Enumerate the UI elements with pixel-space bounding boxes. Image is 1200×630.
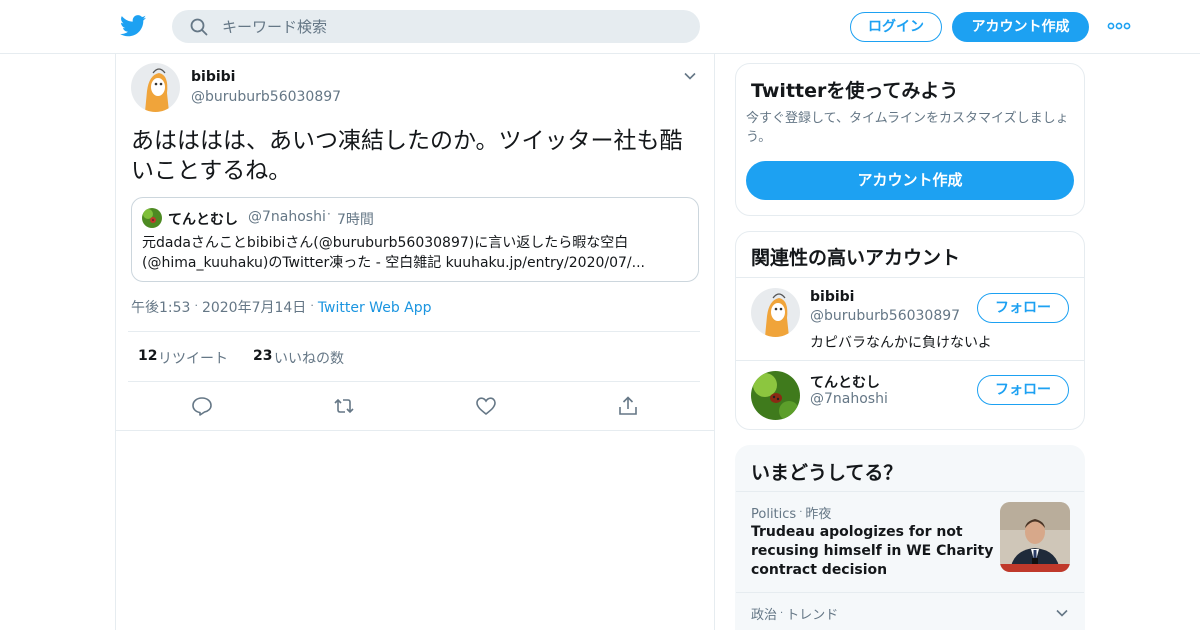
tweet-source-link[interactable]: Twitter Web App — [318, 300, 432, 316]
capybara-avatar-icon — [751, 288, 800, 337]
separator-dot: · — [780, 608, 784, 619]
trend-item[interactable]: Politics · 昨夜 Trudeau apologizes for not r… — [736, 491, 1084, 592]
trend-category: 政治 — [751, 608, 778, 623]
chevron-down-icon[interactable] — [683, 69, 697, 83]
trends-title: いまどうしてる？ — [751, 462, 903, 484]
reply-icon[interactable] — [191, 396, 213, 416]
tweet-time[interactable]: 午後1:53 — [131, 300, 190, 316]
search-input[interactable] — [222, 10, 682, 43]
quoted-tweet-text: 元dadaさんことbibibiさん(@buruburb56030897)に言い返… — [142, 235, 645, 271]
separator-dot: · — [194, 299, 198, 312]
trend-item[interactable]: 政治 · トレンド — [736, 592, 1084, 630]
tweet-author-name[interactable]: bibibi — [191, 69, 235, 85]
more-icon[interactable] — [1107, 20, 1131, 32]
related-accounts-card: 関連性の高いアカウント bibibi @buruburb56030897 カピバ… — [735, 231, 1085, 430]
trends-card: いまどうしてる？ Politics · 昨夜 Trudeau apologizes … — [735, 445, 1085, 630]
account-item[interactable]: bibibi @buruburb56030897 カピバラなんかに負けないよ フ… — [736, 277, 1084, 360]
tweet-actions — [116, 382, 714, 431]
chevron-down-icon[interactable] — [1055, 606, 1069, 620]
account-name[interactable]: bibibi — [810, 289, 854, 305]
search-bar[interactable] — [172, 10, 700, 43]
related-accounts-title: 関連性の高いアカウント — [751, 247, 961, 269]
login-button[interactable]: ログイン — [850, 12, 942, 42]
retweet-icon[interactable] — [333, 396, 355, 416]
like-label[interactable]: いいねの数 — [274, 348, 344, 368]
separator-dot: · — [327, 207, 331, 221]
tweet-column: bibibi @buruburb56030897 あはははは、あいつ凍結したのか… — [115, 54, 715, 630]
quoted-tweet-time[interactable]: 7時間 — [337, 209, 374, 229]
separator-dot: · — [799, 507, 803, 518]
avatar[interactable] — [751, 371, 800, 420]
account-item[interactable]: てんとむし @7nahoshi フォロー — [736, 360, 1084, 429]
top-bar: ログイン アカウント作成 — [0, 0, 1200, 54]
avatar[interactable] — [751, 288, 800, 337]
tweet-stats: 12 リツイート 23 いいねの数 — [128, 331, 700, 382]
trend-meta: Politics · 昨夜 — [751, 503, 831, 522]
account-bio: カピバラなんかに負けないよ — [810, 335, 992, 351]
account-handle[interactable]: @buruburb56030897 — [810, 308, 960, 324]
trend-category: Politics — [751, 507, 797, 522]
account-handle[interactable]: @7nahoshi — [810, 391, 888, 407]
signup-card-subtitle: 今すぐ登録して、タイムラインをカスタマイズしましょう。 — [746, 111, 1069, 145]
quoted-author-handle[interactable]: @7nahoshi — [248, 209, 326, 225]
like-count[interactable]: 23 — [253, 348, 272, 364]
signup-button[interactable]: アカウント作成 — [952, 12, 1089, 42]
quoted-author-name[interactable]: てんとむし — [168, 209, 238, 229]
tweet-header: bibibi @buruburb56030897 — [131, 63, 701, 113]
tweet-date[interactable]: 2020年7月14日 — [202, 300, 306, 316]
quoted-avatar[interactable] — [142, 208, 162, 228]
twitter-logo-icon[interactable] — [120, 14, 146, 38]
news-photo-icon — [1000, 502, 1070, 572]
tweet-metadata: 午後1:53 · 2020年7月14日 · Twitter Web App — [131, 297, 432, 317]
tweet-text: あはははは、あいつ凍結したのか。ツイッター社も酷いことするね。 — [131, 128, 683, 184]
signup-card-button[interactable]: アカウント作成 — [746, 161, 1074, 200]
retweet-count[interactable]: 12 — [138, 348, 157, 364]
share-icon[interactable] — [617, 396, 639, 416]
retweet-label[interactable]: リツイート — [158, 348, 228, 368]
signup-card-title: Twitterを使ってみよう — [751, 80, 959, 102]
trend-when: 昨夜 — [805, 507, 832, 522]
avatar[interactable] — [131, 63, 180, 112]
tweet-author-handle[interactable]: @buruburb56030897 — [191, 89, 341, 105]
trend-title[interactable]: Trudeau apologizes for not recusing hims… — [751, 523, 996, 580]
trend-when: トレンド — [786, 608, 839, 623]
separator-dot: · — [310, 299, 314, 312]
follow-button[interactable]: フォロー — [977, 375, 1069, 405]
signup-card: Twitterを使ってみよう 今すぐ登録して、タイムラインをカスタマイズしましょ… — [735, 63, 1085, 216]
trend-thumbnail[interactable] — [1000, 502, 1070, 572]
trend-meta: 政治 · トレンド — [751, 604, 838, 623]
account-name[interactable]: てんとむし — [810, 372, 880, 392]
follow-button[interactable]: フォロー — [977, 293, 1069, 323]
like-heart-icon[interactable] — [475, 396, 497, 416]
capybara-avatar-icon — [131, 63, 180, 112]
quoted-tweet[interactable]: てんとむし @7nahoshi · 7時間 元dadaさんことbibibiさん(… — [131, 197, 699, 282]
ladybug-avatar-icon — [142, 208, 162, 228]
ladybug-avatar-icon — [751, 371, 800, 420]
search-icon — [190, 18, 208, 36]
